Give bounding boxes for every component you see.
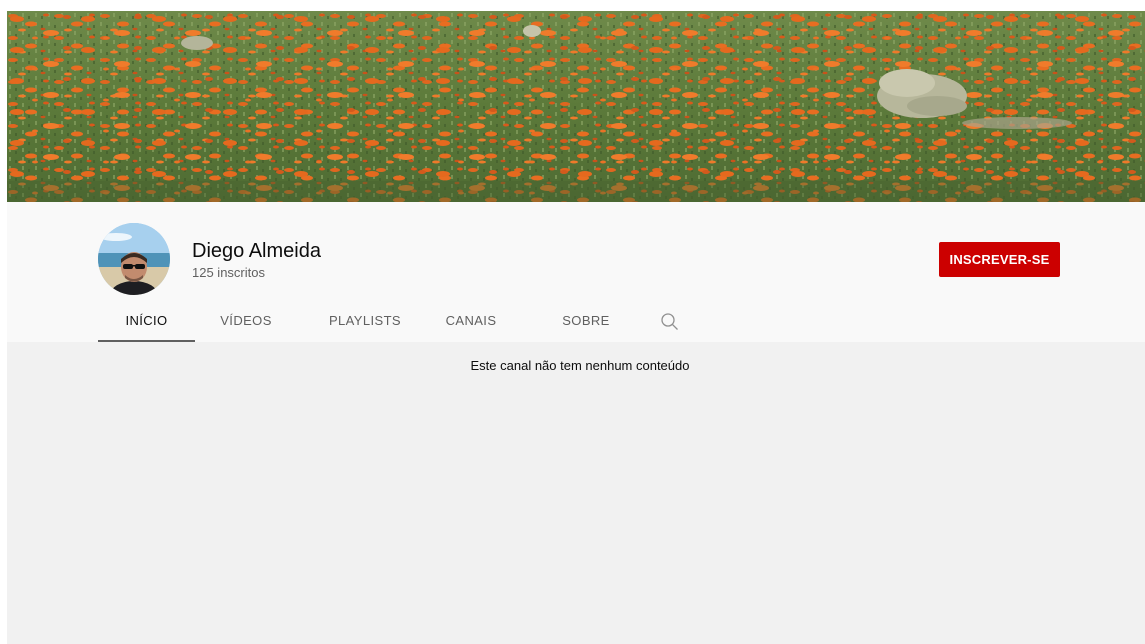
subscribe-button[interactable]: INSCREVER-SE — [939, 242, 1060, 277]
tab-sobre[interactable]: SOBRE — [555, 302, 617, 342]
tab-playlists[interactable]: PLAYLISTS — [322, 302, 408, 342]
channel-name: Diego Almeida — [192, 240, 321, 262]
empty-content-message: Este canal não tem nenhum conteúdo — [470, 358, 690, 373]
channel-content: Este canal não tem nenhum conteúdo — [7, 342, 1145, 644]
channel-banner — [7, 11, 1145, 202]
tab-inicio[interactable]: INÍCIO — [98, 302, 195, 342]
tab-canais[interactable]: CANAIS — [440, 302, 502, 342]
tab-videos[interactable]: VÍDEOS — [209, 302, 283, 342]
subscriber-count: 125 inscritos — [192, 265, 265, 280]
channel-header: Diego Almeida 125 inscritos INSCREVER-SE… — [7, 202, 1145, 342]
search-icon[interactable] — [660, 312, 680, 332]
channel-avatar[interactable] — [98, 223, 170, 295]
channel-page: Diego Almeida 125 inscritos INSCREVER-SE… — [0, 0, 1145, 644]
